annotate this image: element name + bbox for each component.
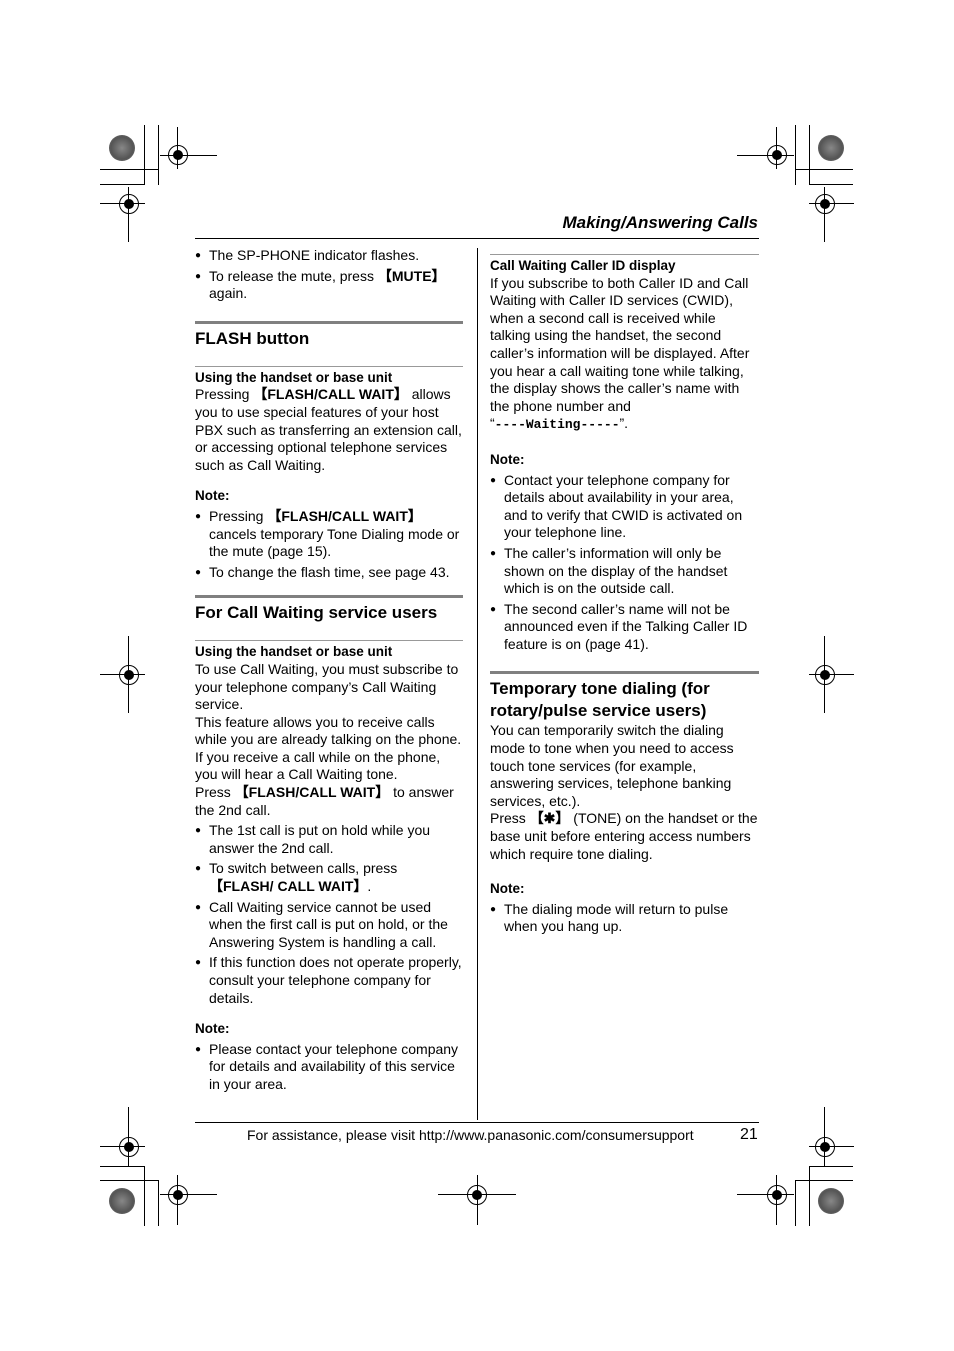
note-list: Please contact your telephone company fo… <box>195 1041 463 1094</box>
note-label: Note: <box>490 451 525 467</box>
list-item: The 1st call is put on hold while you an… <box>195 822 463 857</box>
registration-mark-icon <box>119 194 139 214</box>
paragraph: To use Call Waiting, you must subscribe … <box>195 660 459 713</box>
list-item: Please contact your telephone company fo… <box>195 1041 463 1094</box>
section-rule <box>195 320 463 324</box>
page-header-title: Making/Answering Calls <box>562 213 758 232</box>
footer-support-text: For assistance, please visit http://www.… <box>247 1127 694 1143</box>
print-target-icon <box>818 135 844 161</box>
registration-mark-icon <box>168 1185 188 1205</box>
list-item: The caller’s information will only be sh… <box>490 545 759 598</box>
left-column: The SP-PHONE indicator flashes. To relea… <box>195 247 463 1097</box>
section-title: Temporary tone dialing (for rotary/pulse… <box>490 679 710 721</box>
header-rule <box>195 238 759 239</box>
list-item: Contact your telephone company for detai… <box>490 472 759 542</box>
list-item: If this function does not operate proper… <box>195 954 463 1007</box>
page-number: 21 <box>740 1126 758 1143</box>
print-target-icon <box>109 135 135 161</box>
registration-mark-icon <box>119 665 139 685</box>
subsection-title: Using the handset or base unit <box>195 369 393 385</box>
paragraph: This feature allows you to receive calls… <box>195 713 462 783</box>
registration-mark-icon <box>815 665 835 685</box>
column-divider <box>477 248 478 1120</box>
section-title: For Call Waiting service users <box>195 603 438 623</box>
print-target-icon <box>818 1188 844 1214</box>
key-label: 【MUTE】 <box>377 267 446 284</box>
subsection-title: Call Waiting Caller ID display <box>490 258 676 273</box>
registration-mark-icon <box>815 194 835 214</box>
paragraph: You can temporarily switch the dialing m… <box>490 722 734 809</box>
registration-mark-icon <box>119 1137 139 1157</box>
note-label: Note: <box>195 488 230 504</box>
right-column: Call Waiting Caller ID display If you su… <box>490 254 759 939</box>
note-list: Contact your telephone company for detai… <box>490 472 759 654</box>
paragraph: Press 【✱】 (TONE) on the handset or the b… <box>490 810 758 862</box>
subsection-rule <box>195 365 463 367</box>
paragraph: Pressing 【FLASH/CALL WAIT】 allows you to… <box>195 386 462 473</box>
list-item: To release the mute, press 【MUTE】again. <box>195 268 463 303</box>
section-rule <box>490 671 759 675</box>
registration-mark-icon <box>815 1137 835 1157</box>
note-list: Pressing 【FLASH/CALL WAIT】 cancels tempo… <box>195 508 463 581</box>
registration-mark-icon <box>767 1185 787 1205</box>
subsection-rule <box>195 640 463 642</box>
list-item: To switch between calls, press 【FLASH/ C… <box>195 860 463 895</box>
list-item: The dialing mode will return to pulse wh… <box>490 901 759 936</box>
section-title: FLASH button <box>195 328 310 348</box>
note-list: The dialing mode will return to pulse wh… <box>490 901 759 936</box>
section-rule <box>195 595 463 599</box>
bullet-list: The 1st call is put on hold while you an… <box>195 822 463 1007</box>
note-label: Note: <box>195 1021 230 1037</box>
list-item: Call Waiting service cannot be used when… <box>195 899 463 952</box>
subsection-rule <box>490 254 759 255</box>
list-item: To change the flash time, see page 43. <box>195 564 463 582</box>
paragraph: Press 【FLASH/CALL WAIT】 to answer the 2n… <box>195 784 454 818</box>
subsection-title: Using the handset or base unit <box>195 644 393 660</box>
list-item: The second caller’s name will not be ann… <box>490 601 759 654</box>
paragraph: If you subscribe to both Caller ID and C… <box>490 274 750 433</box>
note-label: Note: <box>490 881 525 897</box>
print-target-icon <box>109 1188 135 1214</box>
list-item: The SP-PHONE indicator flashes. <box>195 247 463 265</box>
list-item: Pressing 【FLASH/CALL WAIT】 cancels tempo… <box>195 508 463 561</box>
display-text: ----Waiting----- <box>494 417 620 433</box>
footer-rule <box>195 1122 759 1123</box>
intro-bullets: The SP-PHONE indicator flashes. To relea… <box>195 247 463 303</box>
